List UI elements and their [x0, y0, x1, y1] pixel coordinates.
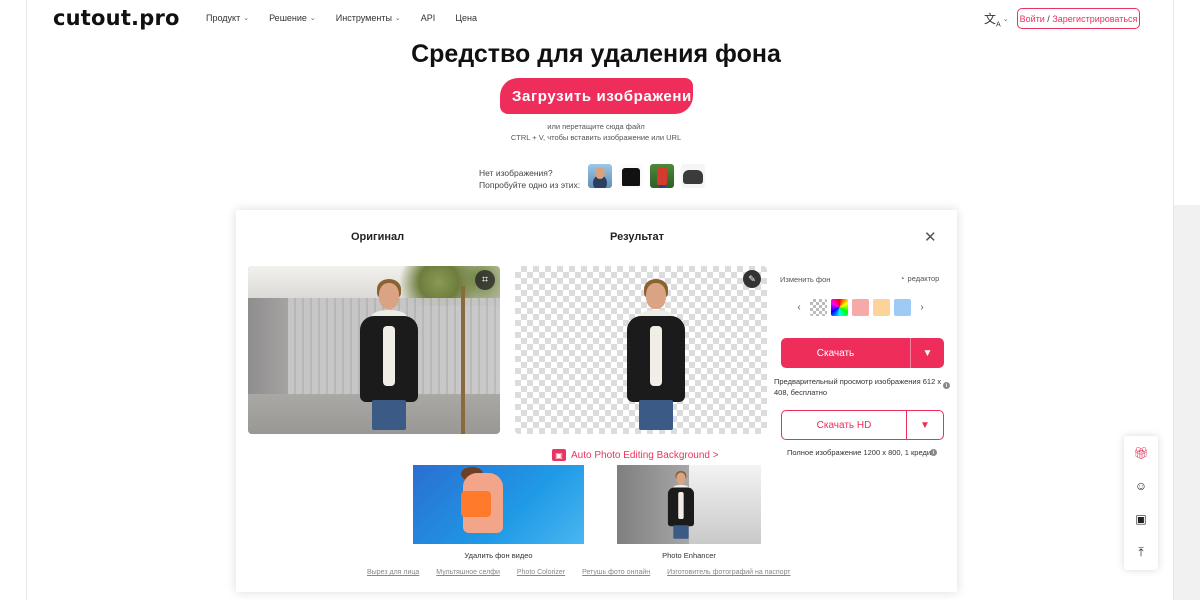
footer-link-face-cutout[interactable]: Вырез для лица: [367, 569, 419, 576]
login-register-button[interactable]: Войти / Зарегистрироваться: [1017, 8, 1140, 29]
chevron-down-icon: ⌄: [243, 15, 250, 22]
upload-image-button[interactable]: Загрузить изображени: [500, 78, 693, 114]
chevron-down-icon: ⌄: [394, 15, 401, 22]
auto-photo-editing-label: Auto Photo Editing Background >: [571, 449, 719, 461]
sample-prompt-line2: Попробуйте одно из этих:: [479, 180, 581, 190]
page-scrollbar[interactable]: [1174, 205, 1200, 600]
image-edit-icon: ▣: [552, 449, 566, 461]
drop-hint: или перетащите сюда файл: [547, 122, 645, 131]
result-image: ✎: [515, 266, 767, 434]
auto-photo-editing-link[interactable]: ▣ Auto Photo Editing Background >: [552, 449, 719, 461]
sample-prompt: Нет изображения? Попробуйте одно из этих…: [479, 167, 580, 191]
promo-caption-video: Удалить фон видео: [464, 551, 533, 560]
bg-swatches: ‹ ›: [792, 299, 929, 316]
chevron-down-icon: ⌄: [1002, 16, 1009, 24]
sample-image-woman[interactable]: [588, 164, 612, 188]
nav-product-label: Продукт: [206, 13, 241, 23]
avatar-icon[interactable]: ☺: [1124, 469, 1158, 502]
caret-down-icon[interactable]: ▼: [910, 338, 944, 368]
sample-image-car[interactable]: [681, 164, 705, 188]
sample-image-tshirt[interactable]: [619, 164, 643, 188]
close-icon[interactable]: ✕: [924, 228, 937, 246]
paste-hint: CTRL + V, чтобы вставить изображение или…: [510, 133, 682, 142]
nav-pricing[interactable]: Цена: [455, 13, 477, 23]
download-hd-button[interactable]: Скачать HD ▼: [781, 410, 944, 440]
footer-link-photo-colorizer[interactable]: Photo Colorizer: [517, 569, 565, 576]
page-title: Средство для удаления фона: [411, 40, 781, 68]
nav-pricing-label: Цена: [455, 13, 477, 23]
main-nav: Продукт ⌄ Решение ⌄ Инструменты ⌄ API Цена: [206, 13, 477, 23]
promo-caption-enhancer: Photo Enhancer: [662, 551, 716, 560]
nav-solution-label: Решение: [269, 13, 307, 23]
nav-tools[interactable]: Инструменты ⌄: [336, 13, 401, 23]
side-toolbar: 🎁︎ ☺ ▣ ⤒: [1124, 436, 1158, 570]
sample-image-toy[interactable]: [650, 164, 674, 188]
logo[interactable]: cutout.pro: [53, 6, 180, 30]
translate-icon: 文A: [984, 12, 1001, 29]
eraser-icon[interactable]: ✎: [743, 270, 761, 288]
sample-prompt-line1: Нет изображения?: [479, 168, 553, 178]
caret-down-icon[interactable]: ▼: [906, 411, 943, 439]
chevron-left-icon[interactable]: ‹: [792, 302, 806, 313]
auth-separator: /: [1047, 13, 1050, 24]
scroll-top-icon[interactable]: ⤒: [1124, 536, 1158, 569]
promo-photo-enhancer[interactable]: [617, 465, 761, 544]
result-card: Оригинал Результат ✕ ⌗ ✎ ▣ Auto Photo Ed…: [236, 210, 957, 592]
editor-link[interactable]: ◔ редактор: [900, 274, 939, 283]
info-icon[interactable]: i: [943, 382, 950, 389]
swatch-custom-color[interactable]: [831, 299, 848, 316]
register-label: Зарегистрироваться: [1052, 13, 1138, 24]
nav-tools-label: Инструменты: [335, 13, 392, 23]
info-icon[interactable]: i: [930, 449, 937, 456]
gift-icon[interactable]: 🎁︎: [1124, 436, 1158, 469]
login-label: Войти: [1019, 13, 1045, 24]
chevron-down-icon: ⌄: [309, 15, 316, 22]
footer-link-cartoon-selfie[interactable]: Мультяшное селфи: [436, 569, 500, 576]
sample-images: [588, 164, 705, 188]
result-title: Результат: [610, 231, 665, 243]
nav-solution[interactable]: Решение ⌄: [269, 13, 316, 23]
footer-link-passport-photo[interactable]: Изготовитель фотографий на паспорт: [667, 569, 790, 576]
swatch-peach[interactable]: [873, 299, 890, 316]
nav-product[interactable]: Продукт ⌄: [206, 13, 249, 23]
download-button[interactable]: Скачать ▼: [781, 338, 944, 368]
original-image: ⌗: [248, 266, 500, 434]
nav-api[interactable]: API: [421, 13, 436, 23]
promo-video-bg-removal[interactable]: [413, 465, 584, 544]
footer-link-photo-retouch[interactable]: Ретушь фото онлайн: [582, 569, 650, 576]
swatch-transparent[interactable]: [810, 299, 827, 316]
swatch-pink[interactable]: [852, 299, 869, 316]
nav-api-label: API: [420, 13, 436, 23]
full-image-note: Полное изображение 1200 x 800, 1 кредит: [787, 448, 935, 457]
footer-links: Вырез для лица Мультяшное селфи Photo Co…: [367, 569, 791, 576]
language-switcher[interactable]: 文A ⌄: [984, 10, 1009, 28]
editor-label: редактор: [907, 274, 940, 283]
chevron-right-icon[interactable]: ›: [915, 302, 929, 313]
palette-icon: ◔: [900, 274, 905, 283]
download-hd-label: Скачать HD: [816, 419, 872, 431]
original-title: Оригинал: [351, 231, 405, 243]
preview-note: Предварительный просмотр изображения 612…: [774, 377, 942, 397]
download-label: Скачать: [816, 347, 855, 359]
change-bg-label: Изменить фон: [780, 275, 831, 284]
crop-icon[interactable]: ⌗: [475, 270, 495, 290]
feedback-icon[interactable]: ▣: [1124, 502, 1158, 535]
swatch-blue[interactable]: [894, 299, 911, 316]
